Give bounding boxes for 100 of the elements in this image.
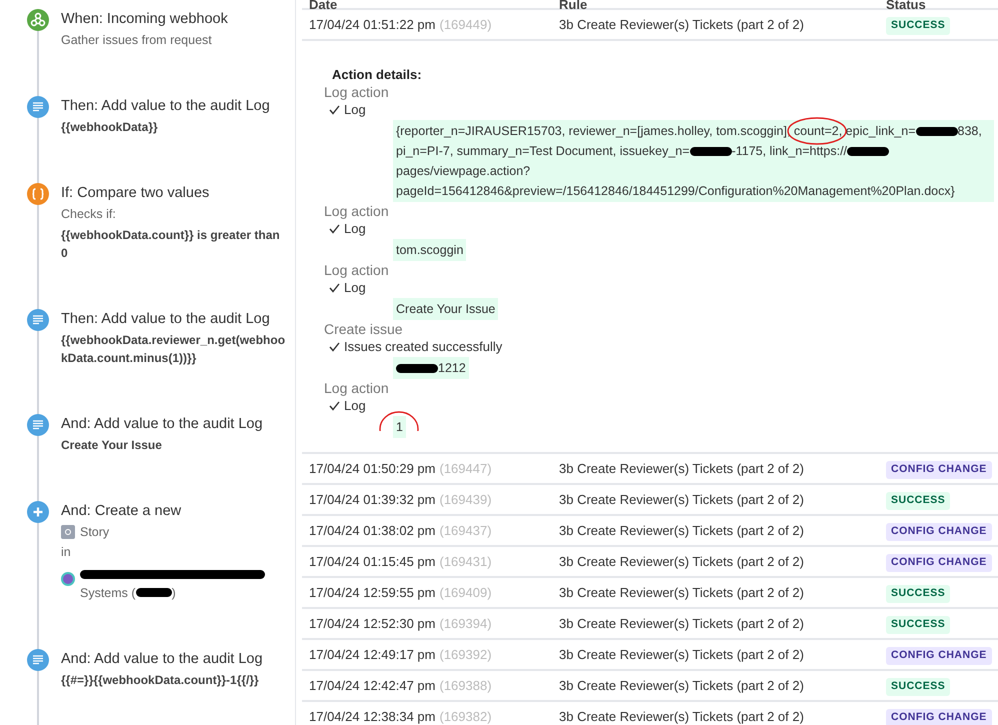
status-badge: SUCCESS: [886, 585, 950, 603]
check-icon: [329, 342, 340, 352]
rule-cell-text: 3b Create Reviewer(s) Tickets (part 2 of 2): [558, 646, 805, 664]
action-title: Log action: [324, 261, 390, 279]
plus-icon: [27, 501, 49, 523]
rule-cell-text: 3b Create Reviewer(s) Tickets (part 2 of 2): [558, 490, 805, 509]
table-row[interactable]: 17/04/24 01:50:29 pm (169447) 3b Create Reviewer(s) Tickets (part 2 of 2) CONFIG CHANGE: [302, 454, 998, 485]
status-badge: SUCCESS: [886, 616, 950, 634]
story-icon: [61, 525, 75, 540]
table-row[interactable]: 17/04/24 01:38:02 pm (169437) 3b Create Reviewer(s) Tickets (part 2 of 2) CONFIG CHANGE: [302, 516, 998, 547]
status-badge: CONFIG CHANGE: [886, 523, 992, 541]
column-header[interactable]: Status: [879, 0, 998, 10]
step-description: Checks if:: [61, 206, 117, 223]
date-text: 17/04/24 12:49:17 pm: [309, 646, 436, 662]
status-badge: SUCCESS: [886, 678, 950, 696]
action-title: Create issue: [324, 320, 404, 338]
text: Systems (: [80, 584, 136, 602]
run-id: (169449): [440, 16, 492, 32]
table-row[interactable]: 17/04/24 01:15:45 pm (169431) 3b Create Reviewer(s) Tickets (part 2 of 2) CONFIG CHANGE: [302, 547, 998, 578]
table-row[interactable]: 17/04/24 12:42:47 pm (169388) 3b Create Reviewer(s) Tickets (part 2 of 2) SUCCESS: [302, 671, 998, 702]
run-id: (169409): [440, 584, 492, 600]
status-badge: CONFIG CHANGE: [886, 647, 992, 665]
action-title: Log action: [324, 83, 390, 101]
run-id: (169431): [440, 554, 492, 569]
step-value: {{#=}}{{webhookData.count}}-1{{/}}: [61, 672, 260, 688]
check-icon: [329, 283, 340, 293]
date-text: 17/04/24 01:39:32 pm: [309, 492, 436, 507]
status-badge: CONFIG CHANGE: [886, 554, 992, 572]
action-result: Log: [344, 101, 366, 119]
step-value: Create Your Issue: [61, 437, 163, 454]
log-icon: [27, 648, 49, 670]
table-row[interactable]: 17/04/24 01:51:22 pm (169449) 3b Create Reviewer(s) Tickets (part 2 of 2) SUCCESS: [302, 10, 998, 41]
redaction-mark: [847, 147, 890, 156]
run-id: (169392): [440, 646, 492, 662]
log-value: Create Your Issue: [393, 298, 498, 320]
date-text: 17/04/24 01:15:45 pm: [309, 554, 436, 569]
step-description: Gather issues from request: [61, 32, 213, 49]
log-value: tom.scoggin: [393, 239, 466, 261]
status-badge: SUCCESS: [886, 492, 950, 510]
rule-cell-text: 3b Create Reviewer(s) Tickets (part 2 of 2): [558, 552, 805, 571]
date-text: 17/04/24 12:38:34 pm: [309, 708, 436, 724]
rule-cell-text: 3b Create Reviewer(s) Tickets (part 2 of 2): [558, 676, 805, 695]
table-row[interactable]: 17/04/24 12:49:17 pm (169392) 3b Create Reviewer(s) Tickets (part 2 of 2) CONFIG CHANGE: [302, 640, 998, 671]
step-title[interactable]: And: Create a new: [61, 502, 270, 520]
redaction-mark: [690, 147, 732, 156]
table-row[interactable]: 17/04/24 01:39:32 pm (169439) 3b Create Reviewer(s) Tickets (part 2 of 2) SUCCESS: [302, 485, 998, 516]
action-result: Log: [344, 397, 366, 415]
run-id: (169447): [440, 460, 492, 476]
details-heading: Action details:: [332, 67, 423, 83]
step-value: {{webhookData.reviewer_n.get(webhookData.count.minus(1))}}: [61, 332, 286, 367]
date-text: 17/04/24 12:42:47 pm: [309, 678, 436, 693]
date-text: 17/04/24 01:50:29 pm: [309, 460, 436, 476]
rule-cell-text: 3b Create Reviewer(s) Tickets (part 2 of 2): [558, 522, 805, 540]
step-title[interactable]: Then: Add value to the audit Log: [61, 310, 287, 328]
redaction-mark: [396, 364, 438, 374]
run-id: (169437): [440, 522, 492, 538]
rule-cell-text: 3b Create Reviewer(s) Tickets (part 2 of 2): [558, 16, 805, 34]
redaction-mark: [916, 127, 958, 136]
redaction-mark: [136, 588, 172, 597]
run-id: (169388): [440, 678, 492, 693]
action-title: Log action: [324, 202, 390, 220]
step-description: in: [61, 544, 72, 561]
log-value: 1212: [393, 357, 469, 379]
step-title[interactable]: And: Add value to the audit Log: [61, 650, 263, 668]
step-title[interactable]: If: Compare two values: [61, 184, 287, 202]
rule-cell-text: 3b Create Reviewer(s) Tickets (part 2 of 2): [558, 460, 805, 478]
status-badge: CONFIG CHANGE: [886, 461, 992, 479]
status-badge: SUCCESS: [886, 17, 950, 35]
project-icon: [61, 572, 75, 586]
log-icon: [27, 96, 49, 118]
run-id: (169382): [440, 708, 492, 724]
check-icon: [329, 105, 340, 115]
column-header[interactable]: Date: [302, 0, 552, 10]
action-title: Log action: [324, 379, 390, 397]
date-text: 17/04/24 12:59:55 pm: [309, 584, 436, 600]
table-row[interactable]: 17/04/24 12:59:55 pm (169409) 3b Create Reviewer(s) Tickets (part 2 of 2) SUCCESS: [302, 578, 998, 609]
webhook-icon: [27, 9, 49, 31]
braces-icon: [27, 183, 49, 205]
date-text: 17/04/24 01:38:02 pm: [309, 522, 436, 538]
log-icon: [27, 309, 49, 331]
table-row[interactable]: 17/04/24 12:38:34 pm (169382) 3b Create Reviewer(s) Tickets (part 2 of 2) CONFIG CHANGE: [302, 702, 998, 725]
status-badge: CONFIG CHANGE: [886, 709, 992, 725]
rule-cell-text: 3b Create Reviewer(s) Tickets (part 2 of 2): [558, 584, 805, 602]
date-text: 17/04/24 01:51:22 pm: [309, 16, 436, 32]
step-title[interactable]: Then: Add value to the audit Log: [61, 97, 270, 115]
step-title[interactable]: And: Add value to the audit Log: [61, 415, 263, 433]
check-icon: [329, 401, 340, 411]
action-result: Log: [344, 220, 366, 238]
date-text: 17/04/24 12:52:30 pm: [309, 616, 436, 631]
log-value: 1: [393, 416, 406, 438]
step-title[interactable]: When: Incoming webhook: [61, 10, 228, 28]
log-icon: [27, 414, 49, 436]
table-row[interactable]: 17/04/24 12:52:30 pm (169394) 3b Create Reviewer(s) Tickets (part 2 of 2) SUCCESS: [302, 609, 998, 640]
rule-cell-text: 3b Create Reviewer(s) Tickets (part 2 of 2): [558, 614, 805, 633]
action-result: Issues created successfully: [344, 338, 502, 356]
run-id: (169439): [440, 492, 492, 507]
step-value: {{webhookData.count}} is greater than 0: [61, 227, 281, 262]
check-icon: [329, 224, 340, 234]
action-result: Log: [344, 279, 366, 297]
run-id: (169394): [440, 616, 492, 631]
